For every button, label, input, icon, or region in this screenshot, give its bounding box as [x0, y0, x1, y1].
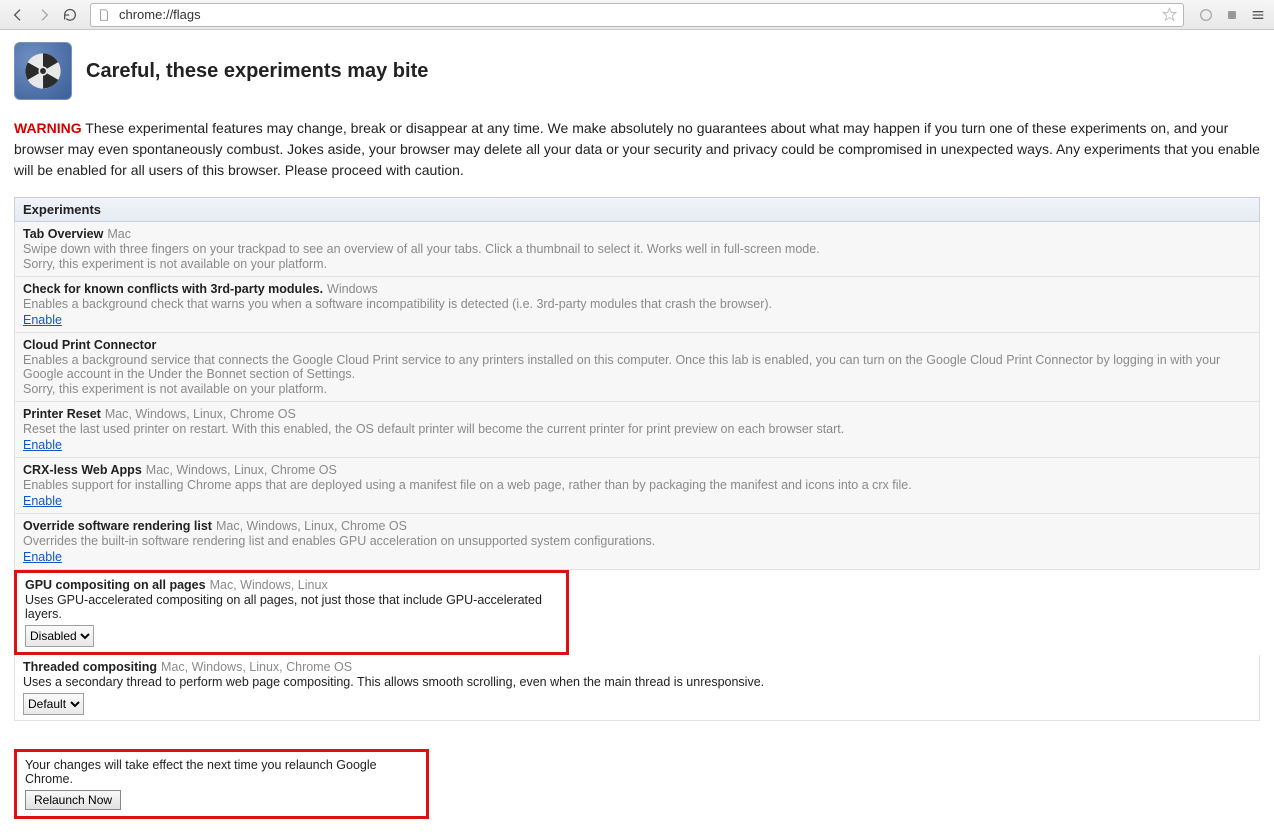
- experiment-description: Enables a background service that connec…: [23, 353, 1251, 381]
- experiment-platforms: Windows: [327, 282, 378, 296]
- warning-paragraph: WARNING These experimental features may …: [14, 118, 1260, 181]
- page-content: Careful, these experiments may bite WARN…: [0, 30, 1274, 839]
- experiment-title: Cloud Print Connector: [23, 338, 156, 352]
- enable-link[interactable]: Enable: [23, 550, 62, 564]
- arrow-right-icon: [36, 7, 52, 23]
- gpu-compositing-select[interactable]: Disabled: [25, 625, 94, 647]
- enable-link[interactable]: Enable: [23, 494, 62, 508]
- experiment-gpu-compositing: GPU compositing on all pages Mac, Windows…: [14, 570, 569, 655]
- experiment-title: GPU compositing on all pages: [25, 578, 206, 592]
- extension-icon-2[interactable]: [1222, 5, 1242, 25]
- reload-icon: [62, 7, 78, 23]
- warning-text: These experimental features may change, …: [14, 120, 1260, 178]
- experiment-unavailable: Sorry, this experiment is not available …: [23, 382, 1251, 396]
- experiment-description: Swipe down with three fingers on your tr…: [23, 242, 1251, 256]
- page-icon: [97, 8, 111, 22]
- experiment-description: Enables a background check that warns yo…: [23, 297, 1251, 311]
- experiment-description: Uses a secondary thread to perform web p…: [23, 675, 1251, 689]
- experiment-title: Printer Reset: [23, 407, 101, 421]
- warning-radiation-icon: [14, 42, 72, 100]
- page-title: Careful, these experiments may bite: [86, 60, 428, 83]
- experiment-title: CRX-less Web Apps: [23, 463, 142, 477]
- back-button[interactable]: [6, 3, 30, 27]
- menu-button[interactable]: [1248, 5, 1268, 25]
- experiment-threaded-compositing: Threaded compositing Mac, Windows, Linux,…: [14, 655, 1260, 721]
- experiments-section-header: Experiments: [14, 197, 1260, 222]
- star-icon[interactable]: [1162, 7, 1177, 22]
- relaunch-notice: Your changes will take effect the next t…: [14, 749, 429, 819]
- experiment-platforms: Mac, Windows, Linux, Chrome OS: [161, 660, 352, 674]
- forward-button[interactable]: [32, 3, 56, 27]
- experiment-cloud-print: Cloud Print Connector Enables a backgrou…: [14, 333, 1260, 402]
- experiment-description: Reset the last used printer on restart. …: [23, 422, 1251, 436]
- experiment-platforms: Mac: [107, 227, 131, 241]
- menu-icon: [1250, 7, 1266, 23]
- experiment-platforms: Mac, Windows, Linux, Chrome OS: [105, 407, 296, 421]
- url-input[interactable]: [117, 6, 1162, 23]
- experiment-platforms: Mac, Windows, Linux: [210, 578, 328, 592]
- experiment-description: Overrides the built-in software renderin…: [23, 534, 1251, 548]
- enable-link[interactable]: Enable: [23, 438, 62, 452]
- experiment-title: Threaded compositing: [23, 660, 157, 674]
- experiment-description: Uses GPU-accelerated compositing on all …: [25, 593, 558, 621]
- experiment-platforms: Mac, Windows, Linux, Chrome OS: [146, 463, 337, 477]
- experiment-printer-reset: Printer Reset Mac, Windows, Linux, Chrome…: [14, 402, 1260, 458]
- experiment-unavailable: Sorry, this experiment is not available …: [23, 257, 1251, 271]
- experiment-title: Check for known conflicts with 3rd-party…: [23, 282, 323, 296]
- relaunch-message: Your changes will take effect the next t…: [25, 758, 418, 786]
- experiment-title: Override software rendering list: [23, 519, 212, 533]
- experiment-description: Enables support for installing Chrome ap…: [23, 478, 1251, 492]
- experiment-tab-overview: Tab Overview Mac Swipe down with three fi…: [14, 222, 1260, 277]
- experiment-crxless: CRX-less Web Apps Mac, Windows, Linux, Ch…: [14, 458, 1260, 514]
- arrow-left-icon: [10, 7, 26, 23]
- experiment-title: Tab Overview: [23, 227, 103, 241]
- experiment-override-software: Override software rendering list Mac, Win…: [14, 514, 1260, 570]
- address-bar[interactable]: [90, 3, 1184, 27]
- page-header: Careful, these experiments may bite: [14, 42, 1260, 100]
- browser-toolbar: [0, 0, 1274, 30]
- experiment-platforms: Mac, Windows, Linux, Chrome OS: [216, 519, 407, 533]
- relaunch-now-button[interactable]: Relaunch Now: [25, 790, 121, 810]
- experiment-conflicts: Check for known conflicts with 3rd-party…: [14, 277, 1260, 333]
- reload-button[interactable]: [58, 3, 82, 27]
- threaded-compositing-select[interactable]: Default: [23, 693, 84, 715]
- extension-icon-1[interactable]: [1196, 5, 1216, 25]
- warning-label: WARNING: [14, 120, 82, 136]
- enable-link[interactable]: Enable: [23, 313, 62, 327]
